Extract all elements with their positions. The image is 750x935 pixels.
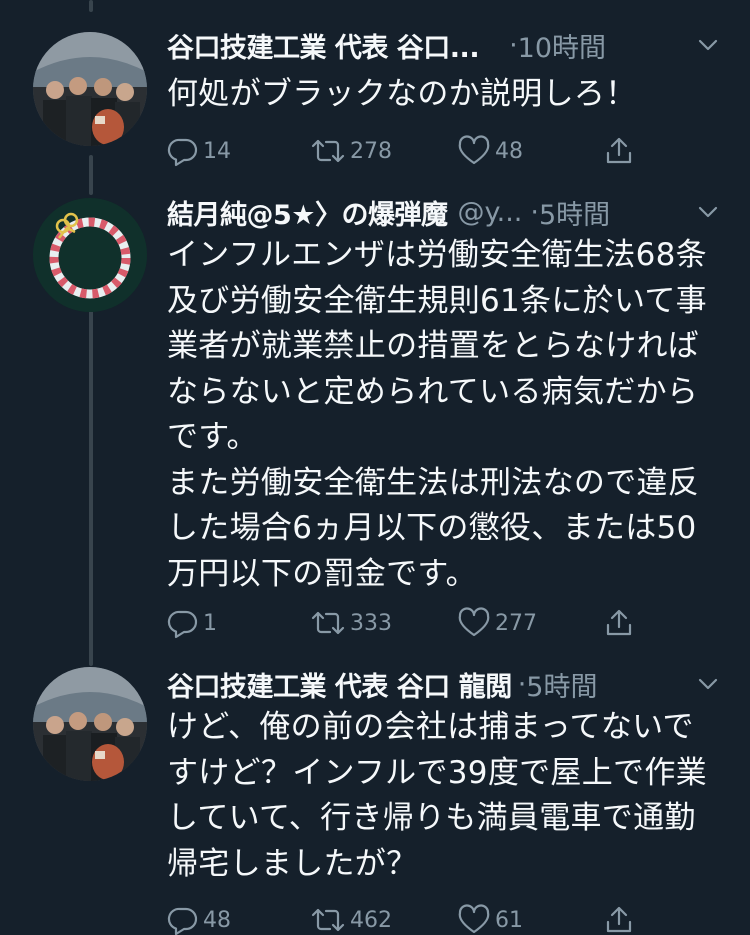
retweet-button[interactable]: 278 xyxy=(310,131,392,171)
action-bar: 48 462 61 xyxy=(167,900,647,935)
like-count: 48 xyxy=(495,138,523,164)
avatar[interactable] xyxy=(33,32,147,146)
display-name[interactable]: 谷口技建工業 代表 谷口... xyxy=(167,26,480,65)
reply-button[interactable]: 14 xyxy=(167,131,231,171)
retweet-button[interactable]: 462 xyxy=(310,900,392,935)
reply-button[interactable]: 48 xyxy=(167,900,231,935)
action-bar: 14 278 48 xyxy=(167,131,647,171)
tweet-text: 何処がブラックなのか説明しろ！ xyxy=(167,76,637,112)
share-icon xyxy=(606,906,632,933)
tweet-1[interactable]: 谷口技建工業 代表 谷口... · 10時間 何処がブラックなのか説明しろ！ 1… xyxy=(0,0,750,190)
display-name[interactable]: 結月純@5★〉の爆弾魔 xyxy=(167,193,448,232)
heart-icon xyxy=(458,607,490,637)
tweet-header: 谷口技建工業 代表 谷口... · 10時間 xyxy=(167,25,750,65)
retweet-count: 333 xyxy=(350,610,392,636)
reply-icon xyxy=(167,610,198,639)
share-icon xyxy=(606,609,632,636)
tweet-2[interactable]: 結月純@5★〉の爆弾魔 @y... · 5時間 インフルエンザは労働安全衛生法6… xyxy=(0,190,750,660)
user-handle[interactable]: @y... xyxy=(458,197,523,228)
share-icon xyxy=(606,137,632,164)
retweet-count: 462 xyxy=(350,907,392,933)
reply-count: 14 xyxy=(203,138,231,164)
like-count: 277 xyxy=(495,610,537,636)
tweet-text: インフルエンザは労働安全衛生法68条 及び労働安全衛生規則61条に於いて事 業者… xyxy=(167,237,707,592)
heart-icon xyxy=(458,904,490,934)
share-button[interactable] xyxy=(603,603,635,643)
separator-dot: · xyxy=(530,196,539,228)
reply-icon xyxy=(167,907,198,935)
avatar[interactable] xyxy=(33,198,147,312)
retweet-icon xyxy=(311,611,345,635)
separator-dot: · xyxy=(517,668,527,700)
tweet-header: 結月純@5★〉の爆弾魔 @y... · 5時間 xyxy=(167,192,750,232)
chevron-down-icon[interactable] xyxy=(696,672,720,696)
timestamp[interactable]: 5時間 xyxy=(526,665,597,704)
like-button[interactable]: 48 xyxy=(457,131,523,171)
display-name[interactable]: 谷口技建工業 代表 谷口 龍閲 xyxy=(167,665,512,704)
separator-dot: · xyxy=(509,29,518,61)
reply-count: 1 xyxy=(203,610,217,636)
retweet-count: 278 xyxy=(350,138,392,164)
like-button[interactable]: 277 xyxy=(457,603,537,643)
timestamp[interactable]: 10時間 xyxy=(518,26,606,65)
timestamp[interactable]: 5時間 xyxy=(539,193,610,232)
share-button[interactable] xyxy=(603,900,635,935)
tweet-3[interactable]: 谷口技建工業 代表 谷口 龍閲 · 5時間 けど、俺の前の会社は捕まってないで … xyxy=(0,660,750,935)
retweet-button[interactable]: 333 xyxy=(310,603,392,643)
reply-icon xyxy=(167,138,198,167)
reply-button[interactable]: 1 xyxy=(167,603,217,643)
chevron-down-icon[interactable] xyxy=(696,33,720,57)
avatar[interactable] xyxy=(33,667,147,781)
timeline: 谷口技建工業 代表 谷口... · 10時間 何処がブラックなのか説明しろ！ 1… xyxy=(0,0,750,935)
tweet-text: けど、俺の前の会社は捕まってないで すけど？インフルで39度で屋上で作業 してい… xyxy=(167,709,707,882)
retweet-icon xyxy=(311,908,345,932)
like-count: 61 xyxy=(495,907,523,933)
chevron-down-icon[interactable] xyxy=(696,200,720,224)
retweet-icon xyxy=(311,139,345,163)
heart-icon xyxy=(458,135,490,165)
reply-count: 48 xyxy=(203,907,231,933)
action-bar: 1 333 277 xyxy=(167,603,647,643)
share-button[interactable] xyxy=(603,131,635,171)
tweet-header: 谷口技建工業 代表 谷口 龍閲 · 5時間 xyxy=(167,664,750,704)
like-button[interactable]: 61 xyxy=(457,900,523,935)
